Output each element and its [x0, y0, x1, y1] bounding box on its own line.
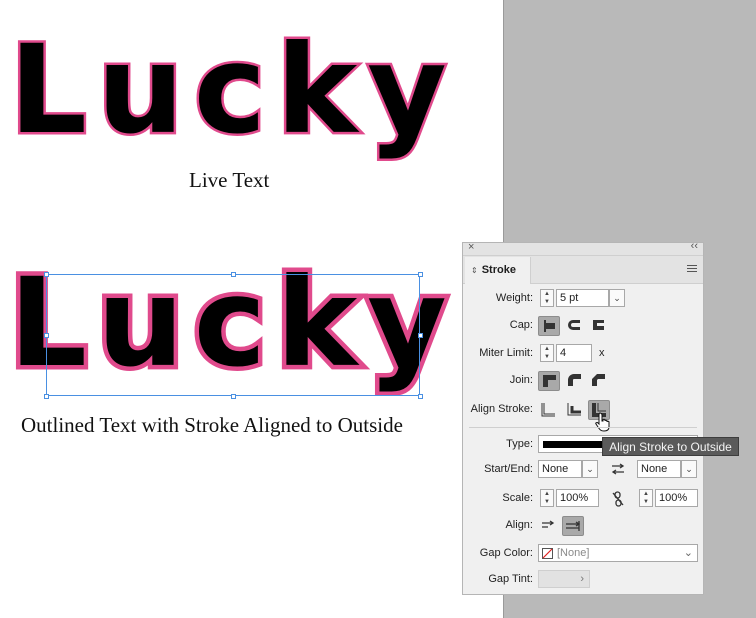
scale-row: Scale: ▲ ▼ 100% ▲ ▼ 100% — [463, 488, 703, 510]
outlined-text-caption: Outlined Text with Stroke Aligned to Out… — [21, 413, 403, 437]
align-row: Align: — [463, 515, 703, 537]
miter-join-icon — [543, 375, 556, 387]
join-label: Join: — [509, 374, 533, 386]
close-icon[interactable]: × — [468, 241, 474, 253]
end-dropdown-arrow[interactable]: ⌄ — [681, 460, 697, 478]
bevel-join-icon — [592, 374, 605, 386]
selection-handle[interactable] — [44, 394, 49, 399]
round-cap-button[interactable] — [564, 316, 586, 336]
start-end-label: Start/End: — [484, 463, 533, 475]
panel-menu-icon[interactable] — [687, 265, 697, 274]
miter-limit-label: Miter Limit: — [479, 347, 533, 359]
swap-arrows-icon[interactable] — [611, 463, 625, 475]
align-stroke-center-button[interactable] — [538, 400, 560, 420]
end-dropdown[interactable]: None — [637, 460, 681, 478]
chevron-right-icon: › — [580, 573, 584, 585]
weight-stepper[interactable]: ▲ ▼ — [540, 289, 554, 307]
scale-end-stepper[interactable]: ▲ ▼ — [639, 489, 653, 507]
selection-handle[interactable] — [231, 394, 236, 399]
align-stroke-row: Align Stroke: — [463, 399, 703, 432]
align-stroke-inside-icon — [567, 403, 581, 416]
weight-label: Weight: — [495, 292, 533, 304]
miter-limit-row: Miter Limit: ▲ ▼ 4 x — [463, 343, 703, 365]
gap-color-dropdown[interactable]: [None] ⌄ — [538, 544, 698, 562]
gap-tint-row: Gap Tint: › — [463, 569, 703, 591]
miter-limit-stepper[interactable]: ▲ ▼ — [540, 344, 554, 362]
chevron-down-icon: ⌄ — [683, 547, 693, 559]
round-join-icon — [568, 374, 581, 386]
scale-label: Scale: — [502, 492, 533, 504]
round-cap-icon — [568, 320, 580, 330]
align-label: Align: — [505, 519, 533, 531]
hand-cursor-icon — [595, 412, 610, 432]
selection-handle[interactable] — [418, 333, 423, 338]
scale-start-stepper[interactable]: ▲ ▼ — [540, 489, 554, 507]
align-within-icon — [566, 521, 581, 531]
scale-start-input[interactable]: 100% — [556, 489, 599, 507]
none-swatch-icon — [542, 548, 553, 559]
weight-dropdown[interactable]: ⌄ — [609, 289, 625, 307]
join-row: Join: — [463, 370, 703, 392]
selection-handle[interactable] — [418, 394, 423, 399]
live-text-word[interactable]: Lucky — [7, 17, 457, 164]
selection-handle[interactable] — [231, 272, 236, 277]
panel-divider — [469, 427, 697, 428]
butt-cap-icon — [544, 320, 555, 332]
align-extend-button[interactable] — [538, 516, 560, 536]
tooltip: Align Stroke to Outside — [602, 437, 739, 456]
gap-color-value: [None] — [557, 547, 590, 559]
stroke-panel: × ‹‹ ⇕ Stroke Weight: ▲ ▼ 5 pt ⌄ Cap: Mite… — [462, 240, 704, 595]
gap-tint-label: Gap Tint: — [488, 573, 533, 585]
butt-cap-button[interactable] — [538, 316, 560, 336]
miter-limit-input[interactable]: 4 — [556, 344, 592, 362]
cap-row: Cap: — [463, 315, 703, 337]
align-stroke-center-icon — [541, 403, 555, 417]
selection-handle[interactable] — [44, 272, 49, 277]
round-join-button[interactable] — [564, 371, 586, 391]
align-stroke-label: Align Stroke: — [470, 403, 533, 415]
panel-titlebar[interactable]: × ‹‹ — [463, 240, 703, 256]
miter-limit-suffix: x — [599, 347, 605, 359]
selection-handle[interactable] — [418, 272, 423, 277]
bevel-join-button[interactable] — [588, 371, 610, 391]
panel-tab-row: ⇕ Stroke — [463, 256, 703, 284]
start-dropdown-arrow[interactable]: ⌄ — [582, 460, 598, 478]
live-text-caption: Live Text — [189, 168, 270, 192]
miter-join-button[interactable] — [538, 371, 560, 391]
align-stroke-inside-button[interactable] — [564, 400, 586, 420]
tab-stroke-label: Stroke — [481, 264, 516, 276]
weight-row: Weight: ▲ ▼ 5 pt ⌄ — [463, 288, 703, 310]
start-end-row: Start/End: None ⌄ None ⌄ — [463, 459, 703, 481]
gap-color-row: Gap Color: [None] ⌄ — [463, 543, 703, 565]
projecting-cap-button[interactable] — [588, 316, 610, 336]
start-dropdown[interactable]: None — [538, 460, 582, 478]
type-label: Type: — [506, 438, 533, 450]
projecting-cap-icon — [593, 320, 604, 330]
weight-input[interactable]: 5 pt — [556, 289, 609, 307]
gap-color-label: Gap Color: — [479, 547, 533, 559]
selection-frame[interactable] — [46, 274, 420, 396]
tab-stroke[interactable]: ⇕ Stroke — [465, 257, 531, 284]
selection-handle[interactable] — [44, 333, 49, 338]
collapse-icon[interactable]: ‹‹ — [691, 240, 698, 252]
align-within-button[interactable] — [562, 516, 584, 536]
link-scale-icon[interactable] — [611, 491, 625, 507]
align-extend-icon — [542, 520, 555, 528]
cap-label: Cap: — [509, 319, 533, 331]
gap-tint-input[interactable]: › — [538, 570, 590, 588]
scale-end-input[interactable]: 100% — [655, 489, 698, 507]
updown-icon: ⇕ — [471, 266, 478, 275]
